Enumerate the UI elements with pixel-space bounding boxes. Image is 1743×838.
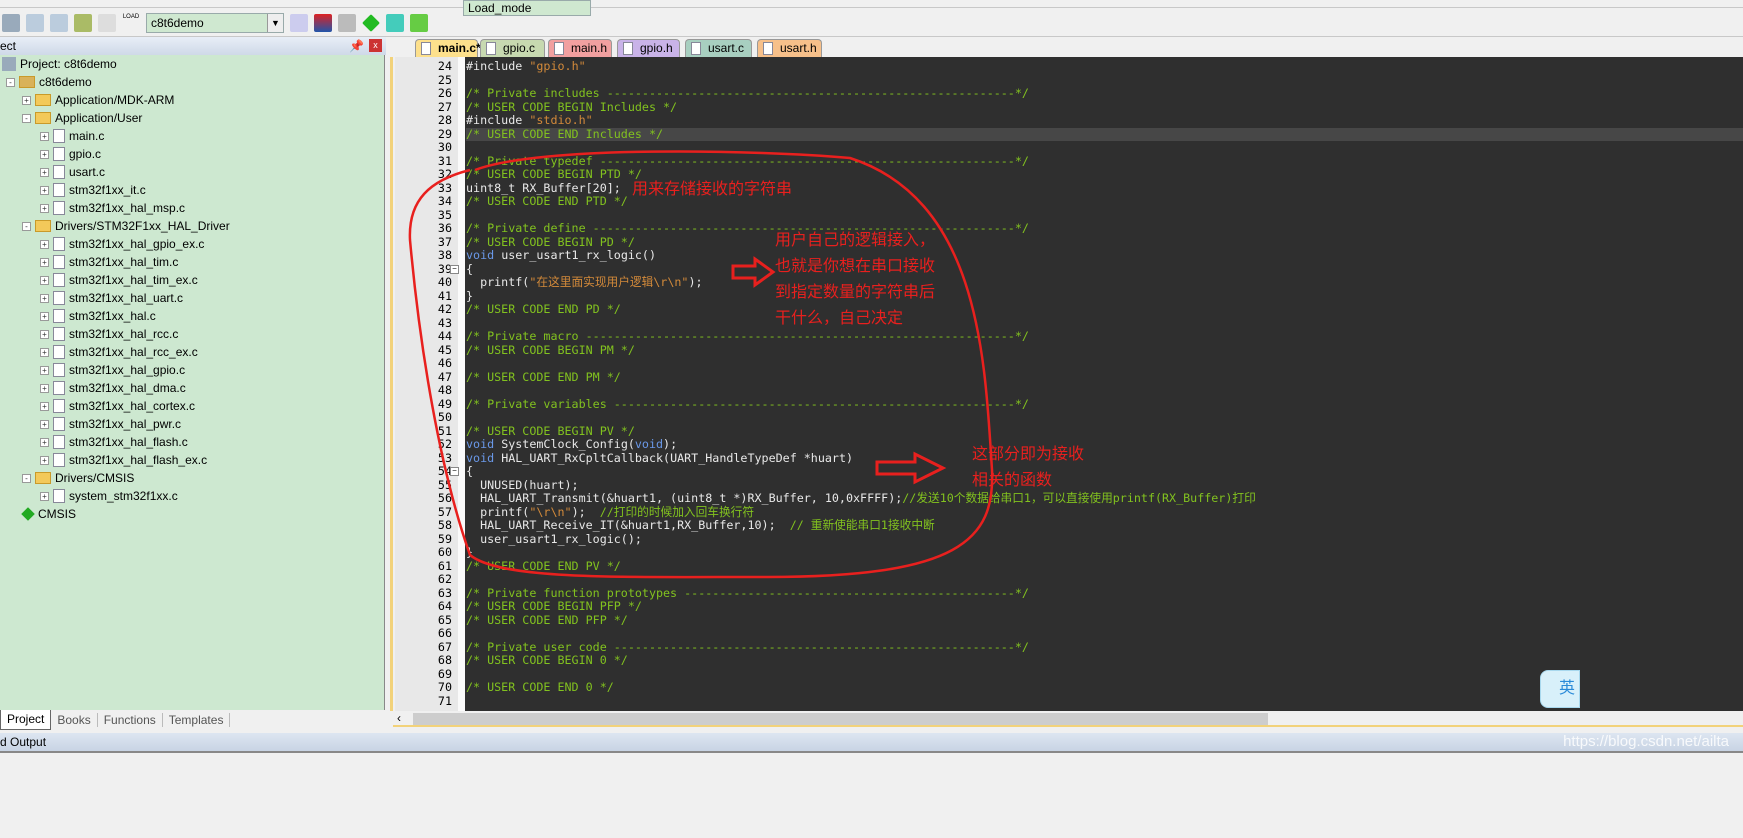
ime-indicator[interactable]: 英: [1540, 670, 1580, 708]
mode-select[interactable]: Load_mode: [463, 0, 591, 16]
annotation-circle: [408, 150, 994, 579]
build-output-panel: [0, 751, 1743, 838]
arrow-icon: [875, 451, 947, 485]
arrow-icon: [731, 256, 776, 288]
annotation-drawing: [408, 150, 994, 579]
annotation-callback: 这部分即为接收 相关的函数: [972, 444, 1085, 489]
annotation-buffer: 用来存储接收的字符串: [632, 179, 793, 198]
annotation-logic: 用户自己的逻辑接入， 也就是你想在串口接收 到指定数量的字符串后 干什么，自己决…: [775, 230, 936, 327]
toolbar-top: [0, 0, 1743, 8]
build-output-header: d Output https://blog.csdn.net/ailta: [0, 733, 1743, 751]
